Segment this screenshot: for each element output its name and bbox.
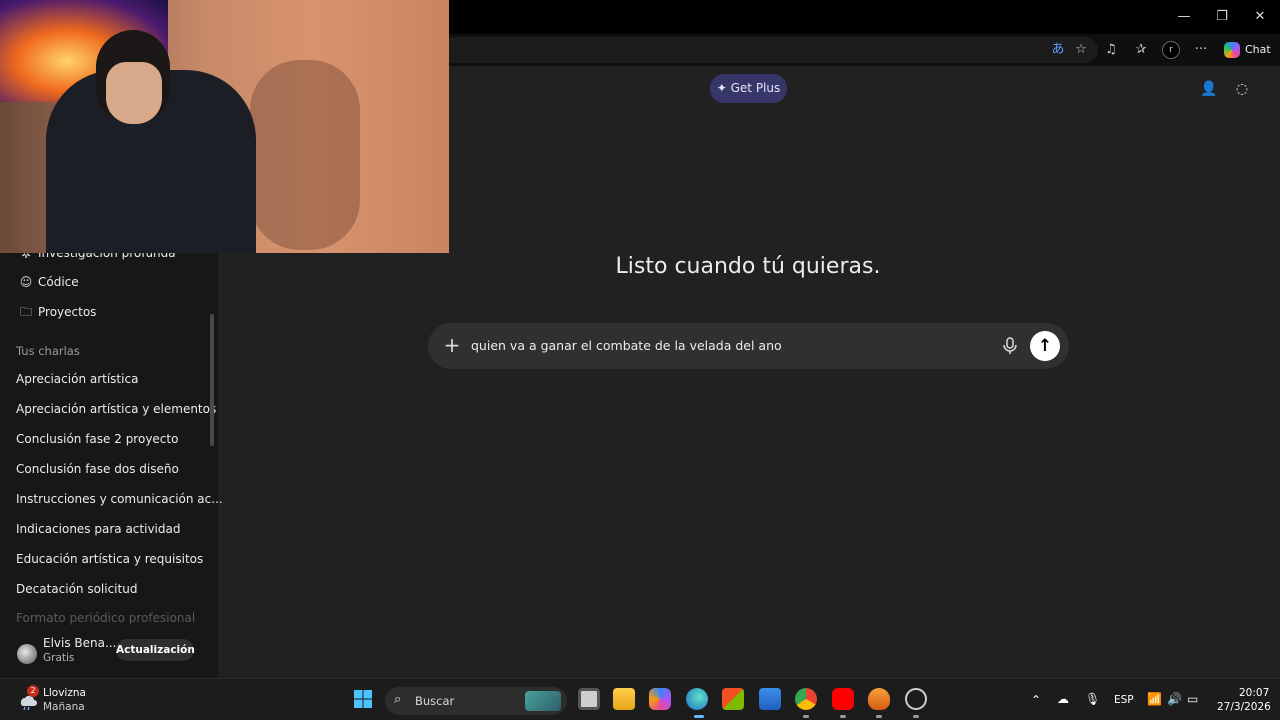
upgrade-button[interactable]: Actualización: [116, 639, 195, 661]
sidebar-item-codex[interactable]: Códice: [38, 270, 79, 294]
user-plan: Gratis: [43, 652, 75, 664]
search-icon: ⌕: [394, 692, 402, 707]
volume-icon[interactable]: 🔊: [1167, 692, 1182, 706]
obs-icon[interactable]: [905, 688, 927, 710]
chat-item[interactable]: Conclusión fase 2 proyecto: [16, 427, 178, 451]
chat-item[interactable]: Decatación solicitud: [16, 577, 137, 601]
taskbar-search-box[interactable]: ⌕ Buscar: [385, 687, 567, 715]
chat-item[interactable]: Instrucciones y comunicación ac...: [16, 487, 223, 511]
codex-icon: ☺: [19, 275, 33, 289]
chrome-running-indicator: [803, 715, 809, 718]
sidebar-scrollbar[interactable]: [210, 314, 214, 446]
clock-time[interactable]: 20:07: [1239, 687, 1269, 699]
obs-running-indicator: [913, 715, 919, 718]
webcam-person-face: [106, 62, 162, 124]
profile-avatar[interactable]: r: [1162, 41, 1180, 59]
close-icon[interactable]: ✕: [1246, 6, 1274, 28]
more-menu-icon[interactable]: ···: [1191, 40, 1211, 60]
task-view-icon[interactable]: [578, 688, 600, 710]
chat-item[interactable]: Educación artística y requisitos: [16, 547, 203, 571]
chevron-up-icon[interactable]: ⌃: [1031, 693, 1041, 707]
favorites-icon[interactable]: ✰: [1131, 40, 1151, 60]
fl-studio-running-indicator: [876, 715, 882, 718]
folder-icon: 🗀: [19, 305, 32, 319]
copilot-app-icon[interactable]: [649, 688, 671, 710]
search-highlight-image: [525, 691, 561, 711]
weather-day[interactable]: Mañana: [43, 701, 85, 713]
favorite-star-icon[interactable]: ☆: [1071, 40, 1091, 60]
user-account-row[interactable]: Elvis Bena... Gratis Actualización: [0, 632, 218, 678]
microphone-icon[interactable]: [1001, 336, 1019, 356]
file-explorer-icon[interactable]: [613, 688, 635, 710]
youtube-icon[interactable]: [832, 688, 854, 710]
chrome-icon[interactable]: [795, 688, 817, 710]
user-name: Elvis Bena...: [43, 636, 117, 650]
prompt-input[interactable]: quien va a ganar el combate de la velada…: [471, 338, 782, 353]
chat-item[interactable]: Conclusión fase dos diseño: [16, 457, 179, 481]
chats-heading: Tus charlas: [16, 344, 80, 358]
edge-browser-icon[interactable]: [686, 688, 708, 710]
chat-item[interactable]: Apreciación artística: [16, 367, 138, 391]
webcam-overlay: [0, 0, 449, 253]
restore-icon[interactable]: ❐: [1208, 6, 1236, 28]
minimize-icon[interactable]: —: [1170, 6, 1198, 28]
sidebar-item-projects[interactable]: Proyectos: [38, 300, 96, 324]
battery-icon[interactable]: ▭: [1187, 692, 1198, 706]
page-title: Listo cuando tú quieras.: [615, 254, 881, 279]
chat-item[interactable]: Indicaciones para actividad: [16, 517, 180, 541]
clock-date[interactable]: 27/3/2026: [1217, 701, 1271, 713]
prompt-composer[interactable]: + quien va a ganar el combate de la vela…: [428, 323, 1069, 369]
wifi-icon[interactable]: 📶: [1147, 692, 1162, 706]
microphone-tray-icon[interactable]: 🎙: [1085, 692, 1100, 706]
copilot-chat-button[interactable]: Chat: [1218, 38, 1276, 62]
onedrive-icon[interactable]: ☁: [1057, 692, 1069, 706]
language-indicator[interactable]: ESP: [1114, 694, 1134, 706]
get-plus-button[interactable]: ✦ Get Plus: [710, 74, 787, 103]
media-control-icon[interactable]: ♫: [1101, 40, 1121, 60]
mail-icon[interactable]: [759, 688, 781, 710]
edge-running-indicator: [694, 715, 704, 718]
taskbar: 2 Llovizna Mañana ⌕ Buscar ⌃ ☁ 🎙 ESP 📶 🔊…: [0, 678, 1280, 720]
translate-icon[interactable]: あ: [1048, 40, 1068, 60]
microsoft-store-icon[interactable]: [722, 688, 744, 710]
copilot-chat-label: Chat: [1245, 43, 1271, 56]
fl-studio-icon[interactable]: [868, 688, 890, 710]
copilot-icon: [1224, 42, 1240, 58]
temporary-chat-icon[interactable]: ◌: [1232, 79, 1252, 99]
weather-badge: 2: [27, 685, 39, 697]
plus-icon[interactable]: +: [442, 334, 462, 356]
chat-item-faded[interactable]: Formato periódico profesional: [16, 611, 195, 625]
send-button[interactable]: ↑: [1030, 331, 1060, 361]
address-bar[interactable]: [440, 37, 1098, 63]
screen: — ❐ ✕ あ ☆ ♫ ✰ r ··· Chat ✲ Investigación…: [0, 0, 1280, 720]
avatar: [17, 644, 37, 664]
chat-item[interactable]: Apreciación artística y elementos: [16, 397, 216, 421]
windows-start-icon[interactable]: [352, 688, 374, 710]
youtube-running-indicator: [840, 715, 846, 718]
weather-condition[interactable]: Llovizna: [43, 687, 86, 699]
add-person-icon[interactable]: 👤: [1199, 79, 1219, 99]
webcam-shadow: [250, 60, 360, 250]
search-label: Buscar: [415, 694, 455, 708]
